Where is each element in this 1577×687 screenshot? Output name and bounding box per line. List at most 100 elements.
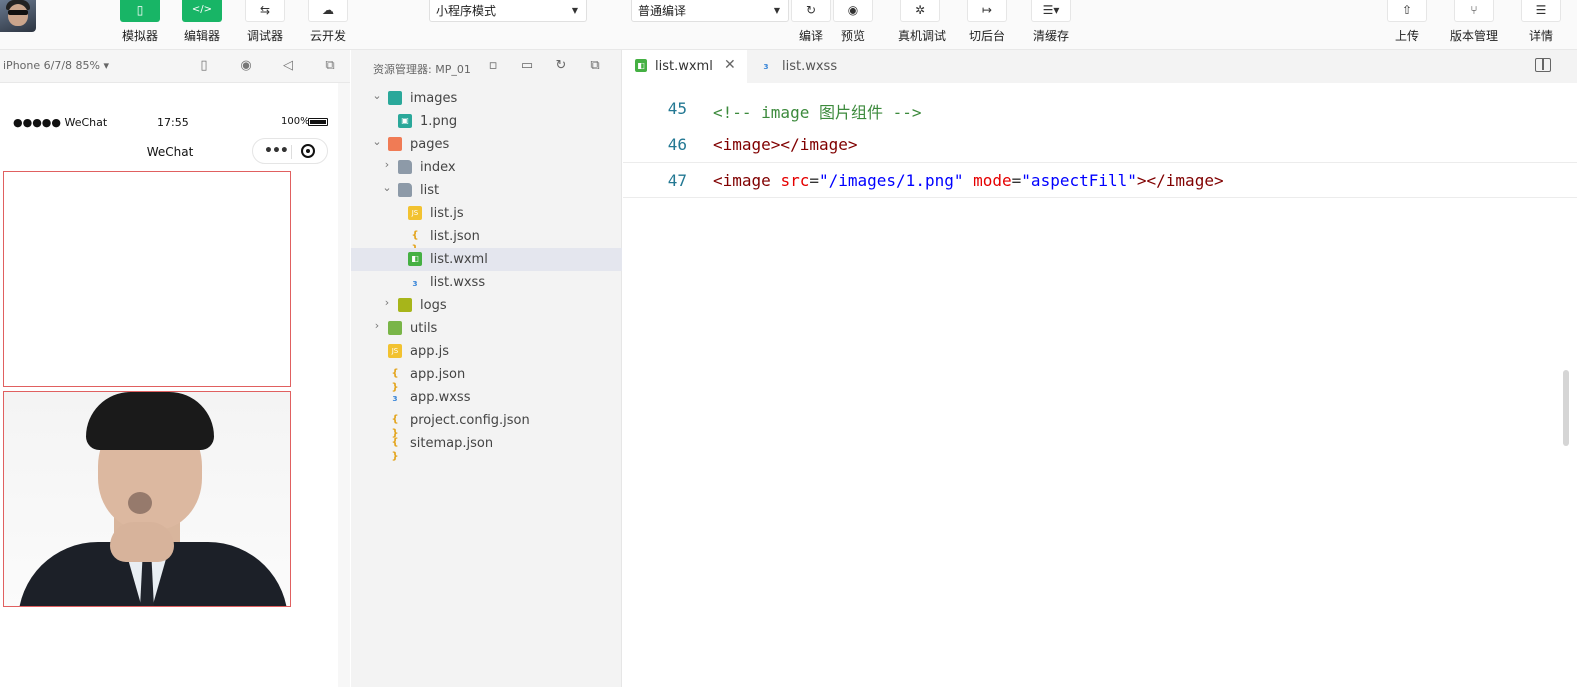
tree-item[interactable]: ⌄ pages — [351, 133, 622, 156]
tree-item[interactable]: ▣ 1.png — [351, 110, 622, 133]
chevron-right-icon[interactable]: › — [381, 296, 393, 309]
folder-icon — [388, 91, 402, 105]
simulator-panel: iPhone 6/7/8 85% ▾ ▯ ◉ ◁ ⧉ ●●●●● WeChat … — [0, 50, 350, 687]
tree-item[interactable]: ₃ app.wxss — [351, 386, 622, 409]
caret-down-icon: ▼ — [571, 6, 578, 15]
upload-button[interactable]: ⇧ 上传 — [1386, 0, 1428, 44]
chevron-right-icon[interactable]: › — [371, 319, 383, 332]
popout-icon[interactable]: ⧉ — [322, 58, 338, 74]
code-token: mode — [973, 171, 1012, 190]
close-icon[interactable]: ✕ — [724, 57, 736, 73]
version-button[interactable]: ⑂ 版本管理 — [1448, 0, 1500, 44]
code-line[interactable]: 46 <image></image> — [623, 127, 1577, 163]
phone-icon: ▯ — [120, 0, 160, 22]
simulator-scrollbar[interactable] — [338, 83, 350, 687]
split-editor-icon[interactable] — [1535, 58, 1551, 72]
battery-percent: 100% — [281, 116, 310, 127]
tree-item[interactable]: JS list.js — [351, 202, 622, 225]
capsule-menu[interactable]: ••• — [252, 138, 328, 164]
code-token: src — [780, 171, 810, 190]
cloud-icon: ☁ — [308, 0, 348, 22]
chevron-down-icon[interactable]: ⌄ — [371, 89, 383, 102]
more-icon[interactable]: ••• — [264, 143, 289, 159]
explorer-panel: 资源管理器: MP_01 ▫ ▭ ↻ ⧉ ⌄ images ▣ 1.png ⌄ pages… — [351, 50, 622, 687]
code-text: <image src="/images/1.png" mode="aspectF… — [713, 171, 1224, 190]
tree-item[interactable]: { } sitemap.json — [351, 432, 622, 462]
tree-item[interactable]: ₃ list.wxss — [351, 271, 622, 294]
details-button[interactable]: ☰ 详情 — [1521, 0, 1561, 44]
chevron-down-icon[interactable]: ⌄ — [381, 181, 393, 194]
editor-label: 编辑器 — [183, 29, 220, 43]
background-button[interactable]: ↦ 切后台 — [966, 0, 1008, 44]
new-folder-icon[interactable]: ▭ — [519, 58, 535, 74]
tree-item-label: list.wxss — [430, 275, 486, 290]
remote-debug-button[interactable]: ✲ 真机调试 — [898, 0, 946, 44]
tree-item-label: utils — [410, 321, 438, 336]
tree-item[interactable]: JS app.js — [351, 340, 622, 363]
layers-icon: ☰▾ — [1031, 0, 1071, 22]
tree-item[interactable]: ⌄ images — [351, 87, 622, 110]
tree-item[interactable]: { } app.json — [351, 363, 622, 393]
tree-item[interactable]: { } project.config.json — [351, 409, 622, 439]
tree-item[interactable]: › utils — [351, 317, 622, 340]
collapse-icon[interactable]: ⧉ — [587, 58, 603, 74]
tree-item-label: list — [420, 183, 440, 198]
json-file-icon: { } — [391, 414, 399, 439]
switch-out-icon: ↦ — [967, 0, 1007, 22]
simulator-label: 模拟器 — [121, 29, 158, 43]
code-line[interactable]: 45 <!-- image 图片组件 --> — [623, 91, 1577, 127]
code-token: ></image> — [1136, 171, 1224, 190]
tree-item-label: app.json — [410, 367, 466, 382]
new-file-icon[interactable]: ▫ — [485, 58, 501, 74]
cloud-dev-button[interactable]: ☁ 云开发 — [307, 0, 349, 44]
menu-icon: ☰ — [1521, 0, 1561, 22]
tree-item[interactable]: ⌄ list — [351, 179, 622, 202]
code-line[interactable]: 47 <image src="/images/1.png" mode="aspec… — [623, 162, 1577, 198]
simulator-button[interactable]: ▯ 模拟器 — [119, 0, 161, 44]
tree-item[interactable]: › logs — [351, 294, 622, 317]
refresh-icon[interactable]: ↻ — [553, 58, 569, 74]
tree-item-label: pages — [410, 137, 450, 152]
tree-item[interactable]: › index — [351, 156, 622, 179]
line-number: 47 — [667, 171, 687, 190]
tree-item[interactable]: { } list.json — [351, 225, 622, 255]
debugger-label: 调试器 — [246, 29, 283, 43]
sliders-icon: ⇆ — [245, 0, 285, 22]
details-label: 详情 — [1528, 29, 1553, 43]
wxml-file-icon: ◧ — [408, 252, 422, 266]
preview-button[interactable]: ◉ 预览 — [832, 0, 874, 44]
clear-cache-button[interactable]: ☰▾ 清缓存 — [1030, 0, 1072, 44]
volume-icon[interactable]: ◁ — [280, 58, 296, 74]
editor-button[interactable]: </> 编辑器 — [181, 0, 223, 44]
clear-cache-label: 清缓存 — [1032, 29, 1069, 43]
chevron-down-icon[interactable]: ⌄ — [371, 135, 383, 148]
record-icon[interactable]: ◉ — [238, 58, 254, 74]
folder-icon — [388, 137, 402, 151]
close-circle-icon[interactable] — [301, 144, 315, 158]
code-token: = — [809, 171, 819, 190]
signal-indicator: ●●●●● WeChat — [13, 116, 108, 129]
tree-item-label: project.config.json — [410, 413, 530, 428]
wxml-file-icon: ◧ — [635, 59, 647, 72]
mode-select[interactable]: 小程序模式 ▼ — [429, 0, 587, 22]
compile-button[interactable]: ↻ 编译 — [790, 0, 832, 44]
bug-icon: ✲ — [900, 0, 940, 22]
tree-item[interactable]: ◧ list.wxml — [351, 248, 622, 271]
avatar[interactable] — [0, 0, 36, 32]
debugger-button[interactable]: ⇆ 调试器 — [244, 0, 286, 44]
tree-item-label: images — [410, 91, 458, 106]
image-portrait — [3, 391, 291, 607]
chevron-right-icon[interactable]: › — [381, 158, 393, 171]
tree-item-label: list.json — [430, 229, 480, 244]
compile-select[interactable]: 普通编译 ▼ — [631, 0, 789, 22]
tab-list-wxss[interactable]: ₃ list.wxss — [747, 50, 871, 83]
compile-select-value: 普通编译 — [638, 4, 687, 18]
nav-bar: WeChat ••• — [3, 134, 337, 170]
device-select[interactable]: iPhone 6/7/8 85% ▾ — [3, 59, 109, 72]
refresh-icon: ↻ — [791, 0, 831, 22]
phone-icon[interactable]: ▯ — [196, 58, 212, 74]
explorer-header: 资源管理器: MP_01 ▫ ▭ ↻ ⧉ — [351, 50, 622, 83]
editor-scrollbar[interactable] — [1563, 370, 1569, 446]
folder-icon — [398, 298, 412, 312]
tab-list-wxml[interactable]: ◧ list.wxml ✕ — [623, 50, 747, 83]
